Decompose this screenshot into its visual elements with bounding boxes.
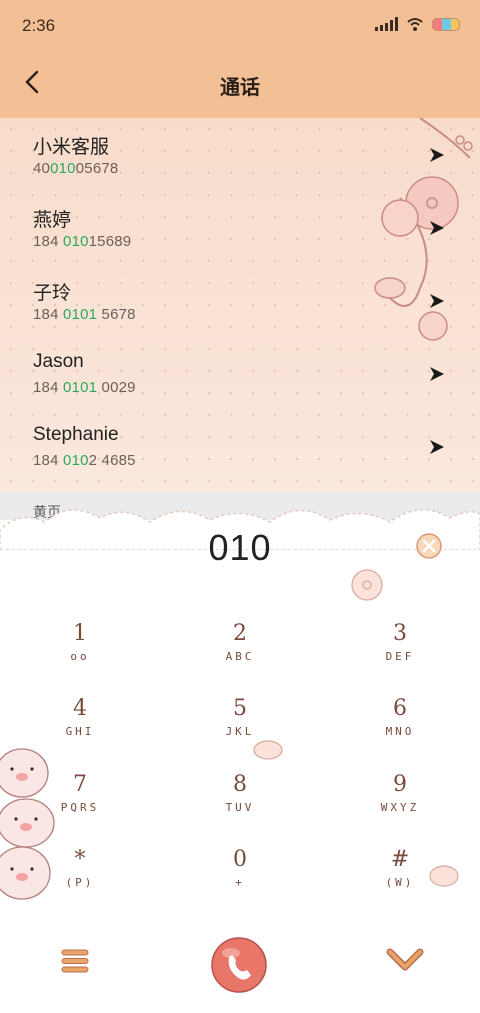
- dialer-bottom-bar: [0, 925, 480, 1013]
- key-1[interactable]: 1 oo: [20, 622, 140, 694]
- key-9[interactable]: 9 WXYZ: [340, 773, 460, 845]
- contact-name: 小米客服: [33, 137, 110, 158]
- contact-name: Stephanie: [33, 424, 119, 445]
- voicemail-icon: oo: [70, 650, 90, 663]
- contact-row[interactable]: 子玲 184 0101 5678: [0, 264, 480, 337]
- clear-input-icon[interactable]: [414, 531, 444, 561]
- key-digit: 1: [73, 621, 87, 646]
- wifi-icon: [407, 18, 423, 31]
- key-letters: +: [235, 876, 245, 889]
- signal-icon: [375, 17, 398, 31]
- contact-name: 燕婷: [33, 210, 72, 231]
- status-icons: [375, 16, 460, 32]
- petal-decoration-icon: [253, 740, 283, 760]
- contact-number: 184 01015689: [33, 233, 132, 250]
- chevron-down-icon[interactable]: [386, 947, 424, 973]
- key-digit: 2: [233, 621, 247, 646]
- key-3[interactable]: 3 DEF: [340, 622, 460, 694]
- contact-row[interactable]: Stephanie 184 0102 4685: [0, 410, 480, 483]
- contact-row[interactable]: Jason 184 0101 0029: [0, 337, 480, 410]
- page-title: 通话: [220, 77, 260, 99]
- key-digit: 9: [393, 772, 407, 797]
- key-2[interactable]: 2 ABC: [180, 622, 300, 694]
- key-0[interactable]: 0 +: [180, 848, 300, 920]
- key-letters: DEF: [385, 650, 415, 663]
- key-letters: MNO: [385, 725, 415, 738]
- key-digit: 6: [393, 696, 407, 721]
- key-digit: 5: [233, 696, 247, 721]
- dial-input-display: 010: [208, 527, 272, 568]
- key-digit: 8: [233, 772, 247, 797]
- contact-number: 184 0101 5678: [33, 306, 136, 323]
- key-digit: 3: [393, 621, 407, 646]
- call-button-phone-icon[interactable]: [209, 935, 269, 995]
- arrow-right-icon[interactable]: [428, 219, 446, 237]
- header-bar: 2:36 通话: [0, 0, 480, 118]
- arrow-right-icon[interactable]: [428, 365, 446, 383]
- contact-number: 184 0102 4685: [33, 452, 136, 469]
- key-8[interactable]: 8 TUV: [180, 773, 300, 845]
- arrow-right-icon[interactable]: [428, 292, 446, 310]
- battery-icon: [432, 17, 460, 31]
- arrow-right-icon[interactable]: [428, 146, 446, 164]
- menu-icon[interactable]: [60, 947, 90, 975]
- key-letters: ABC: [225, 650, 255, 663]
- contact-name: 子玲: [33, 283, 72, 304]
- contact-row[interactable]: 燕婷 184 01015689: [0, 191, 480, 264]
- contact-results-list: 小米客服 4001005678 燕婷 184 01015689 子玲 184 0…: [0, 118, 480, 492]
- contact-name: Jason: [33, 351, 84, 372]
- pig-cartoon-decoration-icon: [0, 748, 55, 900]
- contact-number: 4001005678: [33, 160, 119, 177]
- key-letters: JKL: [225, 725, 255, 738]
- key-digit: 4: [73, 696, 87, 721]
- flower-decoration-icon: [351, 569, 383, 601]
- contact-number: 184 0101 0029: [33, 379, 136, 396]
- key-letters: GHI: [65, 725, 95, 738]
- status-time: 2:36: [22, 16, 56, 35]
- key-digit: 0: [233, 847, 247, 872]
- contact-row[interactable]: 小米客服 4001005678: [0, 118, 480, 191]
- arrow-right-icon[interactable]: [428, 438, 446, 456]
- key-letters: WXYZ: [380, 801, 420, 814]
- petal-decoration-icon: [429, 865, 459, 887]
- key-letters: TUV: [225, 801, 255, 814]
- key-6[interactable]: 6 MNO: [340, 697, 460, 769]
